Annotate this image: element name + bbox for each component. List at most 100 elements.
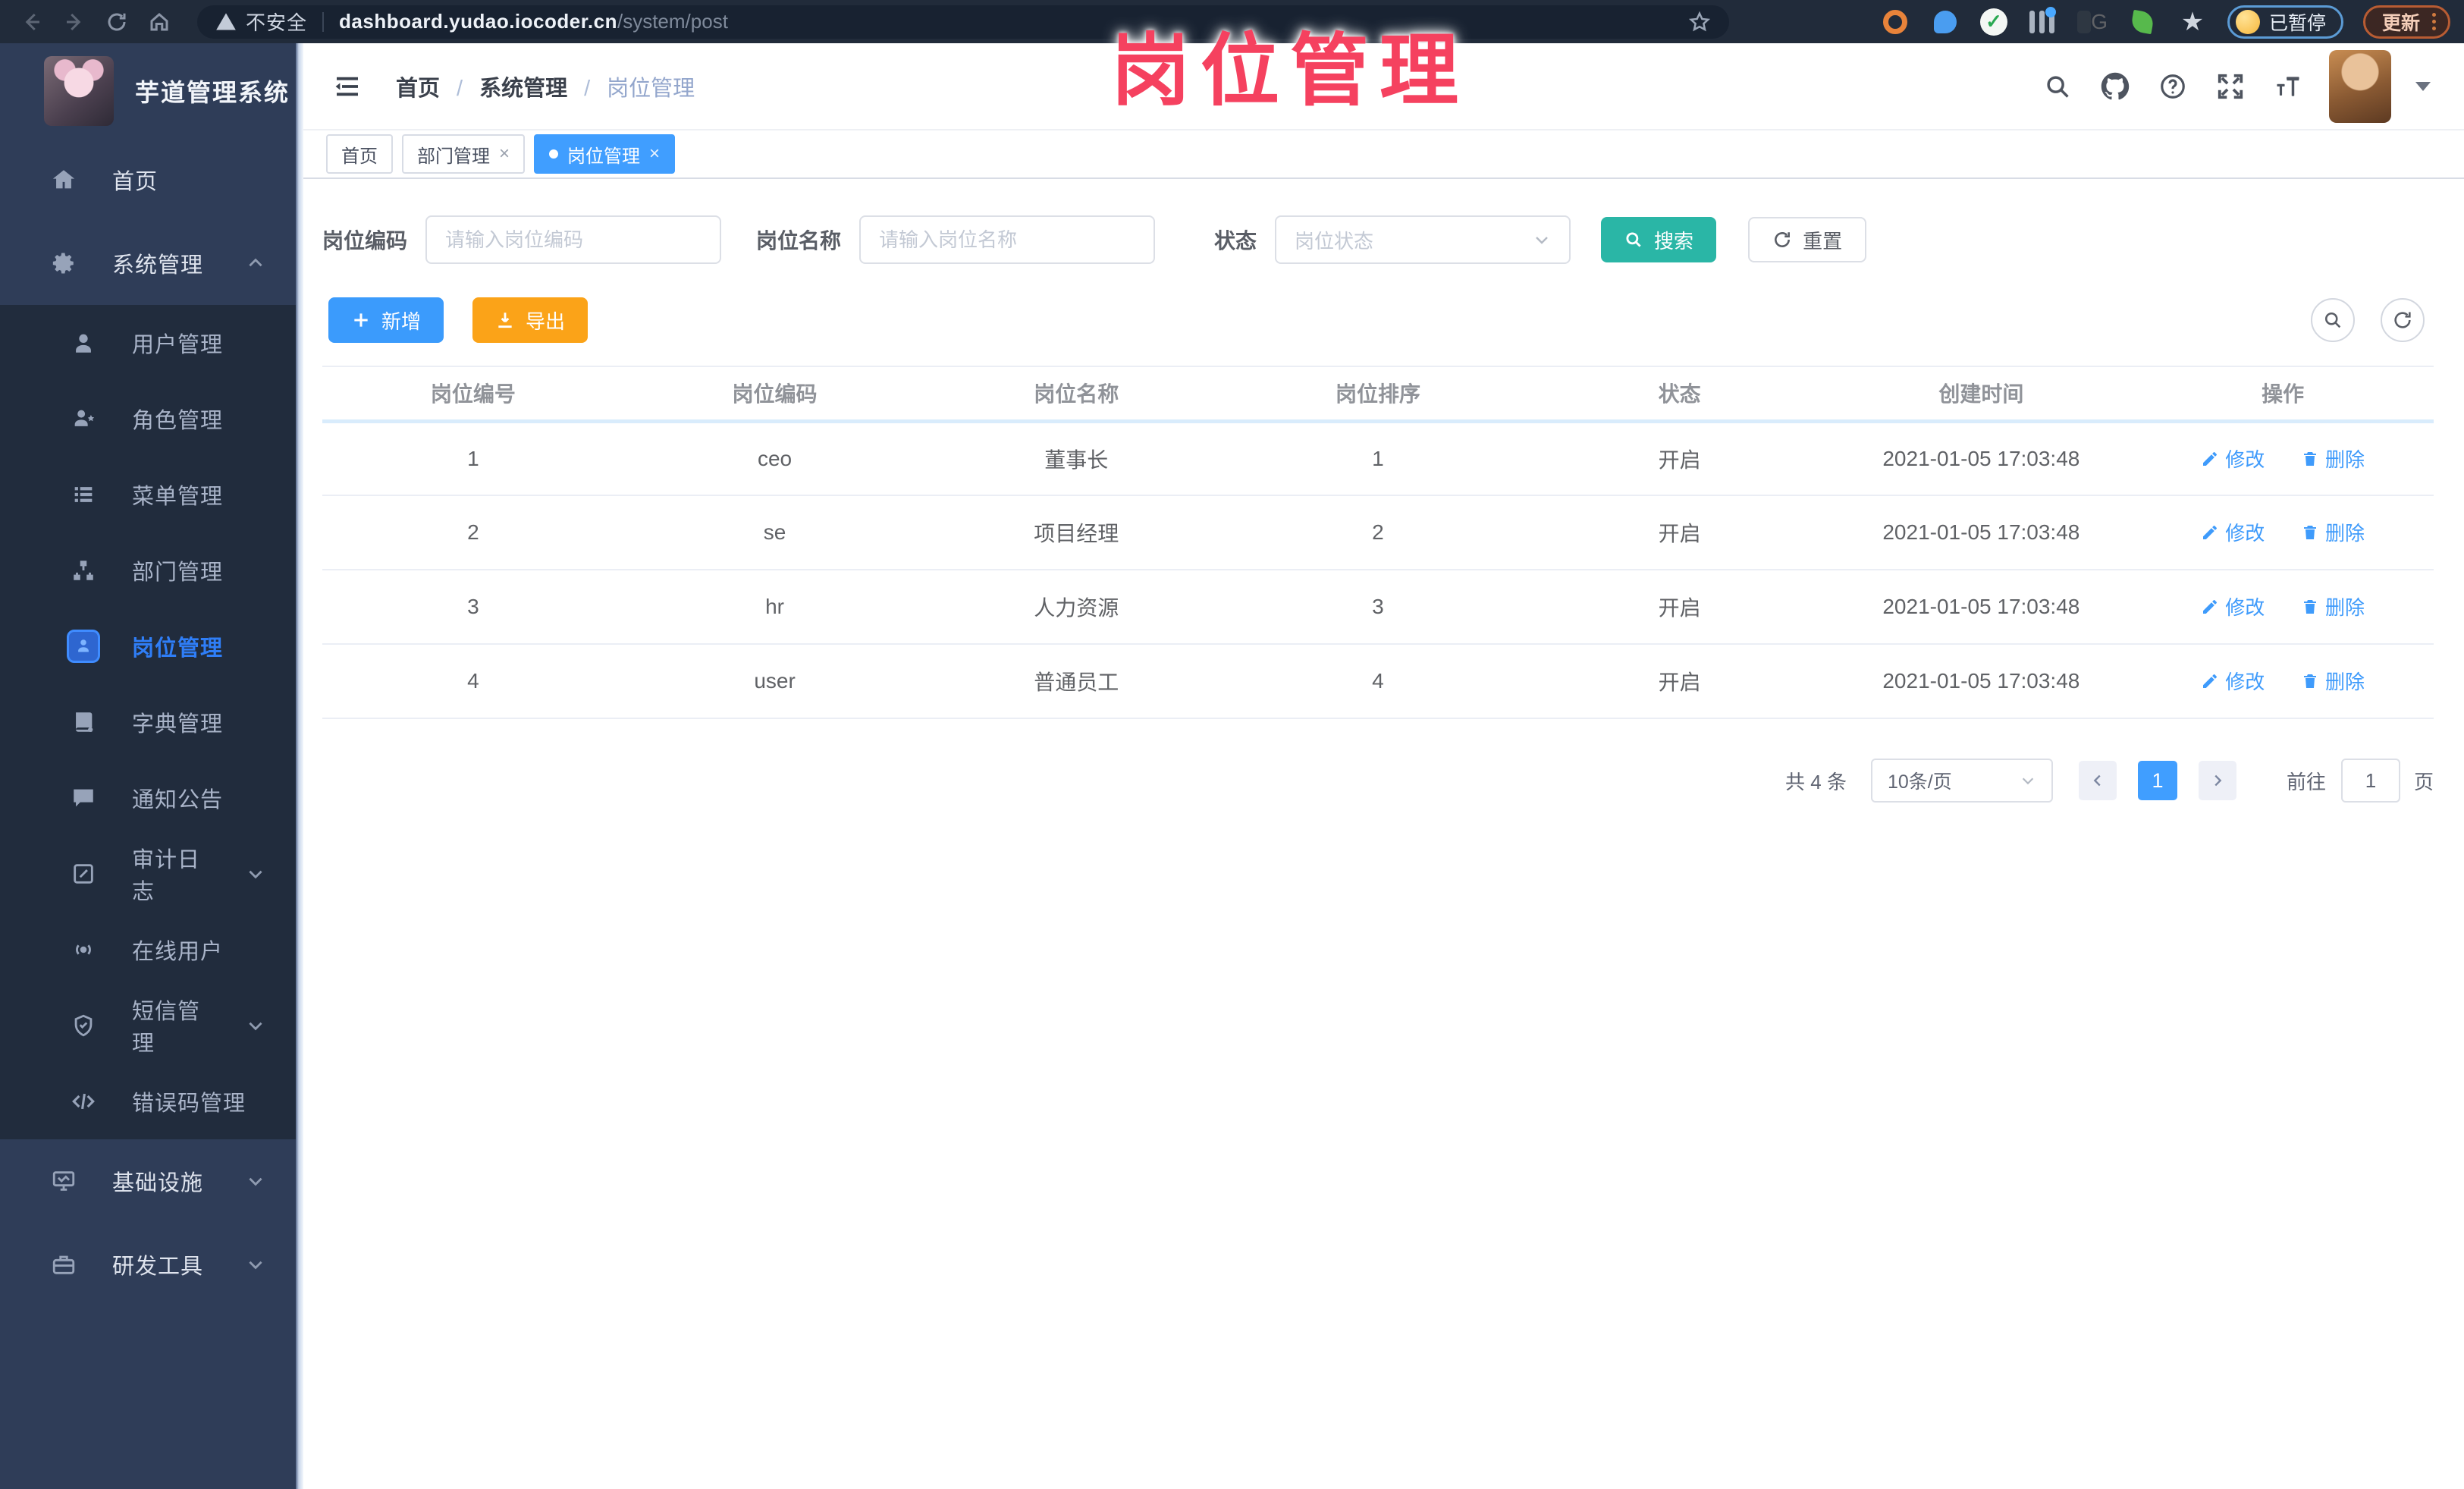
sidebar-item-departments[interactable]: 部门管理	[0, 532, 296, 608]
post-name-label: 岗位名称	[756, 229, 842, 253]
orange-ring-icon[interactable]	[1880, 7, 1910, 37]
prev-page-button[interactable]	[2078, 761, 2117, 800]
delete-link[interactable]: 删除	[2301, 518, 2365, 546]
back-icon[interactable]	[11, 5, 53, 39]
main-panel: 首页 系统管理 岗位管理 首页 部门管理 ×	[303, 43, 2464, 1489]
post-name-input[interactable]	[859, 215, 1156, 264]
sidebar-item-infrastructure[interactable]: 基础设施	[0, 1139, 296, 1223]
home-nav-icon[interactable]	[138, 5, 180, 39]
trash-icon	[2304, 525, 2316, 539]
sidebar-scrollbar[interactable]	[296, 43, 303, 1489]
sidebar-item-audit-log[interactable]: 审计日志	[0, 836, 296, 912]
app-logo-row[interactable]: 芋道管理系统	[0, 43, 296, 138]
refresh-table-button[interactable]	[2381, 298, 2425, 342]
col-post-code: 岗位编码	[623, 366, 926, 423]
bookmark-star-icon[interactable]	[1688, 11, 1711, 33]
tab-departments[interactable]: 部门管理 ×	[402, 134, 526, 174]
help-icon[interactable]	[2156, 70, 2189, 103]
status-label: 状态	[1214, 229, 1257, 253]
user-avatar[interactable]	[2329, 49, 2391, 123]
sidebar-item-announcements[interactable]: 通知公告	[0, 760, 296, 836]
extensions-area: ✓ G ★ 已暂停 更新	[1752, 5, 2450, 39]
edit-link[interactable]: 修改	[2201, 592, 2265, 620]
page-number-active[interactable]: 1	[2137, 761, 2177, 800]
next-page-button[interactable]	[2198, 761, 2236, 800]
add-button[interactable]: 新增	[328, 297, 444, 343]
post-code-label: 岗位编码	[322, 229, 408, 253]
sliders-icon[interactable]	[2027, 6, 2058, 37]
trash-icon	[2304, 674, 2316, 688]
delete-link[interactable]: 删除	[2301, 667, 2365, 695]
location-pin-icon[interactable]	[1930, 7, 1960, 37]
tab-posts[interactable]: 岗位管理 ×	[534, 134, 676, 174]
green-check-icon[interactable]: ✓	[1979, 8, 2007, 36]
table-toolbar: 新增 导出	[322, 297, 2434, 343]
app-title: 芋道管理系统	[135, 78, 290, 106]
fullscreen-icon[interactable]	[2214, 70, 2247, 103]
toggle-search-button[interactable]	[2311, 298, 2355, 342]
filter-form: 岗位编码 岗位名称 状态 岗位状态 搜索 重置	[322, 215, 2434, 264]
search-icon[interactable]	[2041, 70, 2074, 103]
sidebar-item-dev-tools[interactable]: 研发工具	[0, 1223, 296, 1306]
sidebar-item-sms[interactable]: 短信管理	[0, 988, 296, 1063]
sidebar: 芋道管理系统 首页 系统管理 用户管理 角色管理 菜单管理 部门管理 岗位管理 …	[0, 43, 296, 1489]
active-tab-dot	[549, 149, 559, 159]
update-label: 更新	[2381, 12, 2420, 34]
paused-label: 已暂停	[2268, 12, 2326, 34]
code-icon	[67, 1085, 100, 1118]
sidebar-item-online-users[interactable]: 在线用户	[0, 912, 296, 988]
security-warning-icon[interactable]	[215, 11, 237, 33]
font-size-icon[interactable]	[2271, 70, 2305, 103]
browser-menu-icon[interactable]	[2432, 13, 2436, 30]
col-created: 创建时间	[1830, 366, 2133, 423]
status-select[interactable]: 岗位状态	[1275, 215, 1571, 264]
paused-extension-pill[interactable]: 已暂停	[2227, 5, 2343, 39]
plus-icon	[354, 313, 368, 327]
chevron-down-icon	[246, 864, 265, 884]
table-header-row: 岗位编号 岗位编码 岗位名称 岗位排序 状态 创建时间 操作	[322, 366, 2434, 423]
download-icon	[498, 313, 512, 328]
edit-link[interactable]: 修改	[2201, 445, 2265, 473]
edit-link[interactable]: 修改	[2201, 518, 2265, 546]
avatar-caret-icon[interactable]	[2415, 81, 2431, 91]
sidebar-item-system[interactable]: 系统管理	[0, 221, 296, 305]
post-badge-icon	[67, 630, 100, 663]
sidebar-item-roles[interactable]: 角色管理	[0, 381, 296, 457]
breadcrumb: 首页 系统管理 岗位管理	[396, 71, 695, 102]
close-icon[interactable]: ×	[499, 145, 510, 163]
post-code-input[interactable]	[425, 215, 722, 264]
dark-card-icon[interactable]: G	[2076, 7, 2108, 37]
search-button[interactable]: 搜索	[1601, 217, 1717, 262]
delete-link[interactable]: 删除	[2301, 445, 2365, 473]
github-icon[interactable]	[2098, 70, 2132, 103]
hamburger-icon[interactable]	[326, 65, 369, 108]
address-bar[interactable]: 不安全 dashboard.yudao.iocoder.cn /system/p…	[197, 5, 1729, 39]
breadcrumb-system[interactable]: 系统管理	[440, 71, 567, 102]
sidebar-item-dictionary[interactable]: 字典管理	[0, 684, 296, 760]
tab-home[interactable]: 首页	[326, 134, 393, 174]
sidebar-item-posts[interactable]: 岗位管理	[0, 608, 296, 684]
forward-icon[interactable]	[53, 5, 96, 39]
url-path: /system/post	[617, 10, 728, 33]
export-button[interactable]: 导出	[472, 297, 589, 343]
sprout-icon[interactable]	[2127, 7, 2158, 37]
browser-update-button[interactable]: 更新	[2362, 5, 2450, 39]
trash-icon	[2304, 451, 2316, 466]
chevron-down-icon	[246, 1016, 265, 1035]
delete-link[interactable]: 删除	[2301, 592, 2365, 620]
dictionary-icon	[67, 705, 100, 739]
reload-icon[interactable]	[96, 5, 138, 39]
breadcrumb-home[interactable]: 首页	[396, 71, 440, 102]
goto-page-input[interactable]	[2340, 759, 2400, 803]
sidebar-item-error-codes[interactable]: 错误码管理	[0, 1063, 296, 1139]
page-size-select[interactable]: 10条/页	[1870, 759, 2053, 803]
close-icon[interactable]: ×	[649, 145, 660, 163]
edit-link[interactable]: 修改	[2201, 667, 2265, 695]
sms-shield-icon	[67, 1009, 100, 1042]
sidebar-item-home[interactable]: 首页	[0, 138, 296, 221]
sidebar-item-menus[interactable]: 菜单管理	[0, 457, 296, 532]
sidebar-item-users[interactable]: 用户管理	[0, 305, 296, 381]
breadcrumb-current: 岗位管理	[567, 71, 695, 102]
reset-button[interactable]: 重置	[1748, 217, 1867, 262]
puzzle-icon[interactable]: ★	[2177, 7, 2208, 37]
